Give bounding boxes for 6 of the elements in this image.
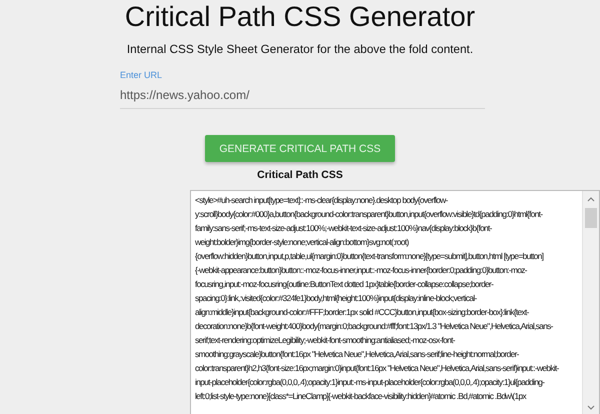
- url-value: https://news.yahoo.com/: [120, 88, 250, 102]
- page-title: Critical Path CSS Generator: [124, 0, 476, 34]
- output-label: Critical Path CSS: [257, 169, 343, 181]
- url-label: Enter URL: [120, 70, 164, 80]
- page-subtitle: Internal CSS Style Sheet Generator for the above the fold content.: [126, 42, 474, 56]
- url-field[interactable]: Enter URL https://news.yahoo.com/: [120, 70, 485, 109]
